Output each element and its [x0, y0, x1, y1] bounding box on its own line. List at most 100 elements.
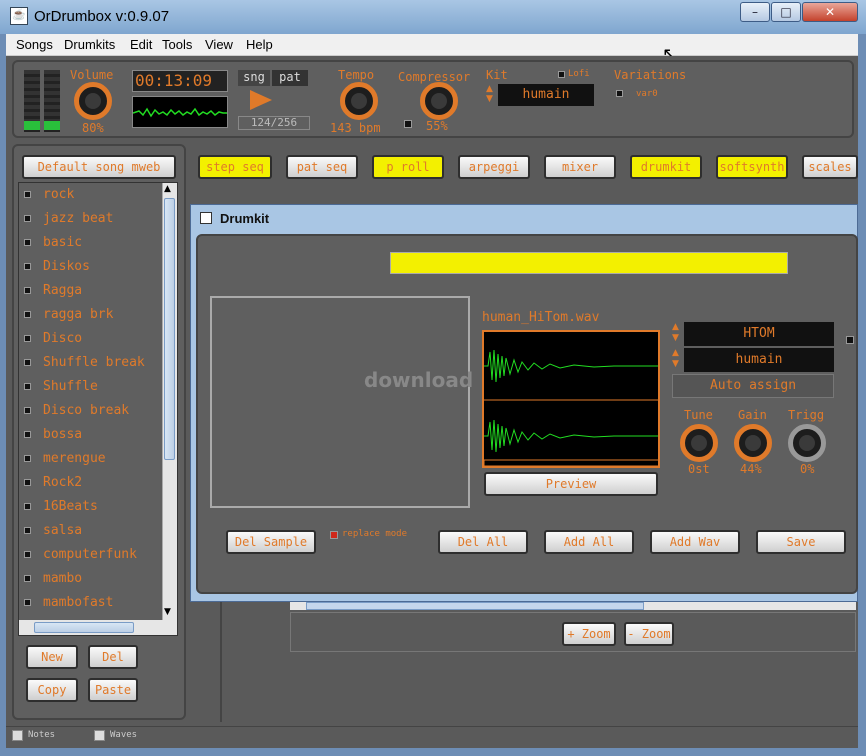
- kit-sample-spinner-icon[interactable]: ▲ ▼: [672, 348, 684, 372]
- tune-knob[interactable]: [680, 424, 718, 462]
- pattern-mode-toggle[interactable]: pat: [272, 70, 308, 86]
- compressor-toggle[interactable]: [404, 120, 412, 128]
- tab-mixer[interactable]: mixer: [544, 155, 616, 179]
- paste-song-button[interactable]: Paste: [88, 678, 138, 702]
- song-item[interactable]: mambofast: [24, 595, 113, 610]
- tab-p-roll[interactable]: p roll: [372, 155, 444, 179]
- time-display: 00:13:09: [132, 70, 228, 92]
- menu-view[interactable]: View: [205, 37, 233, 52]
- minimize-button[interactable]: –: [740, 2, 770, 22]
- song-item[interactable]: salsa: [24, 523, 82, 538]
- drumkit-frame-title: Drumkit: [220, 211, 270, 226]
- preview-button[interactable]: Preview: [484, 472, 658, 496]
- instrument-spinner-icon[interactable]: ▲ ▼: [672, 322, 684, 346]
- song-item[interactable]: mambo: [24, 571, 82, 586]
- variation-toggle[interactable]: [616, 90, 623, 97]
- song-item[interactable]: computerfunk: [24, 547, 137, 562]
- song-item[interactable]: Ragga: [24, 283, 82, 298]
- pad-grid-area[interactable]: [210, 296, 470, 508]
- song-item[interactable]: Disco: [24, 331, 82, 346]
- close-button[interactable]: ✕: [802, 2, 858, 22]
- window-title: OrDrumbox v:0.9.07: [34, 8, 170, 25]
- scroll-down-icon[interactable]: ▼: [164, 607, 171, 617]
- gain-value: 44%: [740, 462, 762, 476]
- drumkit-yellow-bar: [390, 252, 788, 274]
- compressor-value: 55%: [426, 119, 448, 133]
- copy-song-button[interactable]: Copy: [26, 678, 78, 702]
- waves-checkbox[interactable]: [94, 730, 105, 741]
- notes-label: Notes: [28, 730, 56, 740]
- delete-all-button[interactable]: Del All: [438, 530, 528, 554]
- tab-step-seq[interactable]: step seq: [198, 155, 272, 179]
- kit-selector[interactable]: humain: [498, 84, 594, 106]
- drumkit-side-toggle[interactable]: [846, 336, 854, 344]
- scroll-up-icon[interactable]: ▲: [164, 184, 171, 194]
- trigg-value: 0%: [800, 462, 815, 476]
- song-item[interactable]: rock: [24, 187, 74, 202]
- position-display: 124/256: [238, 116, 310, 130]
- zoom-in-button[interactable]: + Zoom: [562, 622, 616, 646]
- song-mode-toggle[interactable]: sng: [238, 70, 270, 86]
- tune-value: 0st: [688, 462, 710, 476]
- tab-pat-seq[interactable]: pat seq: [286, 155, 358, 179]
- pattern-hscroll-thumb[interactable]: [306, 602, 644, 610]
- drumkit-kit-selector[interactable]: humain: [684, 348, 834, 372]
- trigg-knob[interactable]: [788, 424, 826, 462]
- song-item[interactable]: bossa: [24, 427, 82, 442]
- save-button[interactable]: Save: [756, 530, 846, 554]
- volume-value: 80%: [82, 121, 104, 135]
- song-item[interactable]: Diskos: [24, 259, 90, 274]
- maximize-button[interactable]: □: [771, 2, 801, 22]
- song-item[interactable]: 16Beats: [24, 499, 98, 514]
- volume-label: Volume: [70, 68, 114, 82]
- add-wav-button[interactable]: Add Wav: [650, 530, 740, 554]
- waveform-display: [482, 330, 660, 468]
- menu-edit[interactable]: Edit: [130, 37, 152, 52]
- vu-level-left: [24, 121, 40, 130]
- kit-spinner-icon[interactable]: ▲ ▼: [486, 84, 498, 106]
- add-all-button[interactable]: Add All: [544, 530, 634, 554]
- new-song-button[interactable]: New: [26, 645, 78, 669]
- tab-softsynth[interactable]: softsynth: [716, 155, 788, 179]
- java-app-icon: ☕: [10, 7, 28, 25]
- tempo-knob[interactable]: [340, 82, 378, 120]
- delete-song-button[interactable]: Del: [88, 645, 138, 669]
- tab-drumkit[interactable]: drumkit: [630, 155, 702, 179]
- song-list-scroll-thumb[interactable]: [164, 198, 175, 460]
- zoom-out-button[interactable]: - Zoom: [624, 622, 674, 646]
- trigg-label: Trigg: [788, 408, 825, 422]
- volume-knob[interactable]: [74, 82, 112, 120]
- compressor-knob[interactable]: [420, 82, 458, 120]
- song-item[interactable]: Disco break: [24, 403, 129, 418]
- song-list-hscroll-thumb[interactable]: [34, 622, 134, 633]
- song-item[interactable]: Rock2: [24, 475, 82, 490]
- notes-checkbox[interactable]: [12, 730, 23, 741]
- replace-mode-label: replace mode: [342, 529, 408, 539]
- song-item[interactable]: merengue: [24, 451, 106, 466]
- delete-sample-button[interactable]: Del Sample: [226, 530, 316, 554]
- replace-mode-toggle[interactable]: [330, 531, 338, 539]
- menu-songs[interactable]: Songs: [16, 37, 53, 52]
- menu-tools[interactable]: Tools: [162, 37, 192, 52]
- instrument-selector[interactable]: HTOM: [684, 322, 834, 346]
- frame-icon: [200, 212, 212, 224]
- song-item[interactable]: Shuffle break: [24, 355, 145, 370]
- play-icon[interactable]: [250, 90, 272, 110]
- menu-drumkits[interactable]: Drumkits: [64, 37, 115, 52]
- variations-label: Variations: [614, 68, 687, 82]
- song-item[interactable]: basic: [24, 235, 82, 250]
- song-item[interactable]: jazz beat: [24, 211, 113, 226]
- lofi-toggle[interactable]: [558, 71, 565, 78]
- default-song-button[interactable]: Default song mweb: [22, 155, 176, 179]
- song-item[interactable]: Shuffle: [24, 379, 98, 394]
- auto-assign-button[interactable]: Auto assign: [672, 374, 834, 398]
- waves-label: Waves: [110, 730, 138, 740]
- tab-arpeggi[interactable]: arpeggi: [458, 155, 530, 179]
- lofi-label: Lofi: [568, 69, 590, 79]
- menu-help[interactable]: Help: [246, 37, 273, 52]
- tempo-value: 143 bpm: [330, 121, 381, 135]
- gain-knob[interactable]: [734, 424, 772, 462]
- wav-filename: human_HiTom.wav: [482, 310, 600, 325]
- song-item[interactable]: ragga brk: [24, 307, 113, 322]
- tab-scales[interactable]: scales: [802, 155, 858, 179]
